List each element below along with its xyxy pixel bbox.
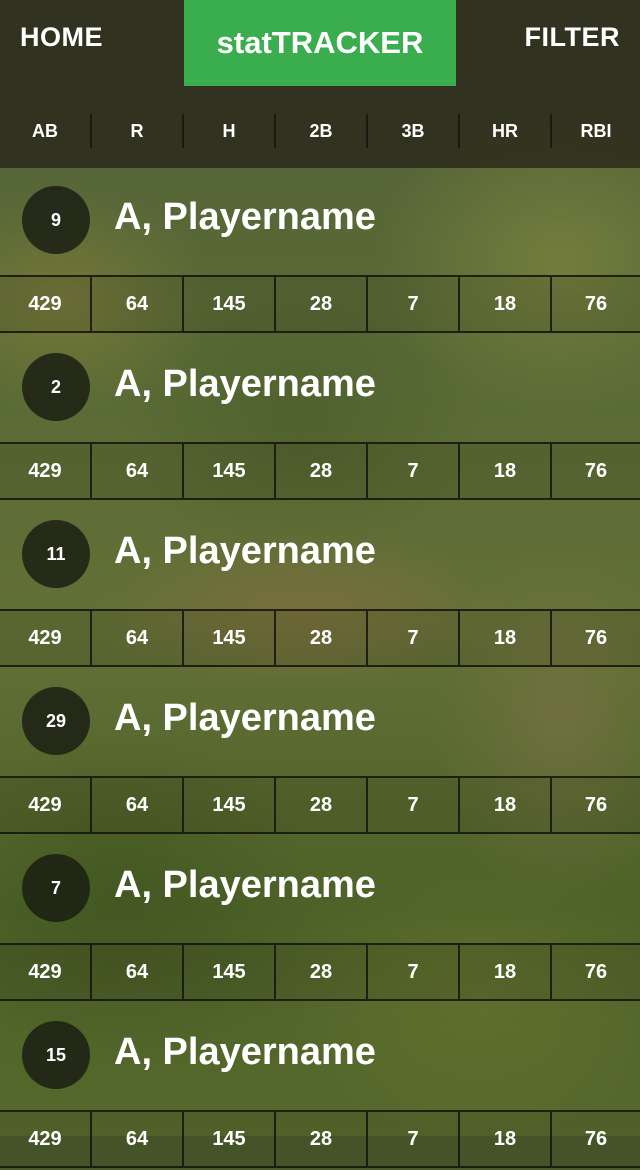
jersey-number-badge: 15 bbox=[22, 1021, 90, 1089]
stat-3b: 7 bbox=[368, 778, 460, 832]
stat-rbi: 76 bbox=[584, 292, 608, 315]
stat-2b: 28 bbox=[276, 277, 368, 331]
player-stats-row: 429 64 145 28 7 18 76 bbox=[0, 275, 640, 333]
stat-r: 64 bbox=[92, 778, 184, 832]
player-header[interactable]: 9 A, Playername bbox=[0, 168, 640, 275]
player-list: 9 A, Playername 429 64 145 28 7 18 76 2 … bbox=[0, 168, 640, 1170]
stat-r: 64 bbox=[92, 444, 184, 498]
player-header[interactable]: 29 A, Playername bbox=[0, 669, 640, 776]
stat-h: 145 bbox=[184, 444, 276, 498]
player-stats-row: 429 64 145 28 7 18 76 bbox=[0, 1110, 640, 1168]
player-name: A, Playername bbox=[114, 1031, 376, 1073]
stat-hr: 18 bbox=[460, 945, 552, 999]
stat-3b: 7 bbox=[368, 444, 460, 498]
stat-rbi: 76 bbox=[584, 626, 608, 649]
stat-rbi: 76 bbox=[584, 793, 608, 816]
stat-2b: 28 bbox=[276, 945, 368, 999]
stat-hr: 18 bbox=[460, 778, 552, 832]
player-name: A, Playername bbox=[114, 697, 376, 739]
player-item: 2 A, Playername 429 64 145 28 7 18 76 bbox=[0, 335, 640, 502]
column-header-3b[interactable]: 3B bbox=[368, 114, 460, 148]
player-name: A, Playername bbox=[114, 196, 376, 238]
stat-ab: 429 bbox=[0, 611, 92, 665]
jersey-number-badge: 9 bbox=[22, 186, 90, 254]
stat-h: 145 bbox=[184, 945, 276, 999]
stat-rbi: 76 bbox=[584, 459, 608, 482]
stat-2b: 28 bbox=[276, 1112, 368, 1166]
jersey-number-badge: 11 bbox=[22, 520, 90, 588]
player-item: 29 A, Playername 429 64 145 28 7 18 76 bbox=[0, 669, 640, 836]
stat-r: 64 bbox=[92, 277, 184, 331]
filter-button[interactable]: FILTER bbox=[525, 22, 620, 53]
stat-hr: 18 bbox=[460, 444, 552, 498]
stat-rbi: 76 bbox=[584, 1127, 608, 1150]
player-name: A, Playername bbox=[114, 864, 376, 906]
stat-h: 145 bbox=[184, 277, 276, 331]
stat-3b: 7 bbox=[368, 945, 460, 999]
jersey-number-badge: 7 bbox=[22, 854, 90, 922]
player-stats-row: 429 64 145 28 7 18 76 bbox=[0, 442, 640, 500]
player-name: A, Playername bbox=[114, 530, 376, 572]
player-item: 15 A, Playername 429 64 145 28 7 18 76 bbox=[0, 1003, 640, 1170]
stat-hr: 18 bbox=[460, 611, 552, 665]
stat-3b: 7 bbox=[368, 1112, 460, 1166]
player-stats-row: 429 64 145 28 7 18 76 bbox=[0, 609, 640, 667]
jersey-number-badge: 29 bbox=[22, 687, 90, 755]
player-item: 7 A, Playername 429 64 145 28 7 18 76 bbox=[0, 836, 640, 1003]
stat-3b: 7 bbox=[368, 611, 460, 665]
stat-h: 145 bbox=[184, 611, 276, 665]
stat-ab: 429 bbox=[0, 277, 92, 331]
column-header-h[interactable]: H bbox=[184, 114, 276, 148]
column-header-rbi[interactable]: RBI bbox=[552, 114, 640, 148]
player-item: 11 A, Playername 429 64 145 28 7 18 76 bbox=[0, 502, 640, 669]
column-header-ab[interactable]: AB bbox=[0, 114, 92, 148]
player-stats-row: 429 64 145 28 7 18 76 bbox=[0, 943, 640, 1001]
stat-h: 145 bbox=[184, 778, 276, 832]
player-item: 9 A, Playername 429 64 145 28 7 18 76 bbox=[0, 168, 640, 335]
stat-3b: 7 bbox=[368, 277, 460, 331]
stat-2b: 28 bbox=[276, 778, 368, 832]
column-header-2b[interactable]: 2B bbox=[276, 114, 368, 148]
stat-hr: 18 bbox=[460, 1112, 552, 1166]
home-button[interactable]: HOME bbox=[20, 22, 103, 53]
player-header[interactable]: 11 A, Playername bbox=[0, 502, 640, 609]
stat-h: 145 bbox=[184, 1112, 276, 1166]
stat-2b: 28 bbox=[276, 611, 368, 665]
stat-2b: 28 bbox=[276, 444, 368, 498]
stat-r: 64 bbox=[92, 945, 184, 999]
stat-r: 64 bbox=[92, 1112, 184, 1166]
stat-rbi: 76 bbox=[584, 960, 608, 983]
stat-ab: 429 bbox=[0, 778, 92, 832]
stat-column-headers: AB R H 2B 3B HR RBI bbox=[0, 114, 640, 148]
top-bar: HOME statTRACKER FILTER AB R H 2B 3B HR … bbox=[0, 0, 640, 168]
player-header[interactable]: 15 A, Playername bbox=[0, 1003, 640, 1110]
app-title: statTRACKER bbox=[184, 0, 456, 86]
stat-ab: 429 bbox=[0, 1112, 92, 1166]
player-header[interactable]: 2 A, Playername bbox=[0, 335, 640, 442]
column-header-r[interactable]: R bbox=[92, 114, 184, 148]
player-name: A, Playername bbox=[114, 363, 376, 405]
stat-r: 64 bbox=[92, 611, 184, 665]
jersey-number-badge: 2 bbox=[22, 353, 90, 421]
column-header-hr[interactable]: HR bbox=[460, 114, 552, 148]
stat-hr: 18 bbox=[460, 277, 552, 331]
player-header[interactable]: 7 A, Playername bbox=[0, 836, 640, 943]
player-stats-row: 429 64 145 28 7 18 76 bbox=[0, 776, 640, 834]
stat-ab: 429 bbox=[0, 444, 92, 498]
stat-ab: 429 bbox=[0, 945, 92, 999]
